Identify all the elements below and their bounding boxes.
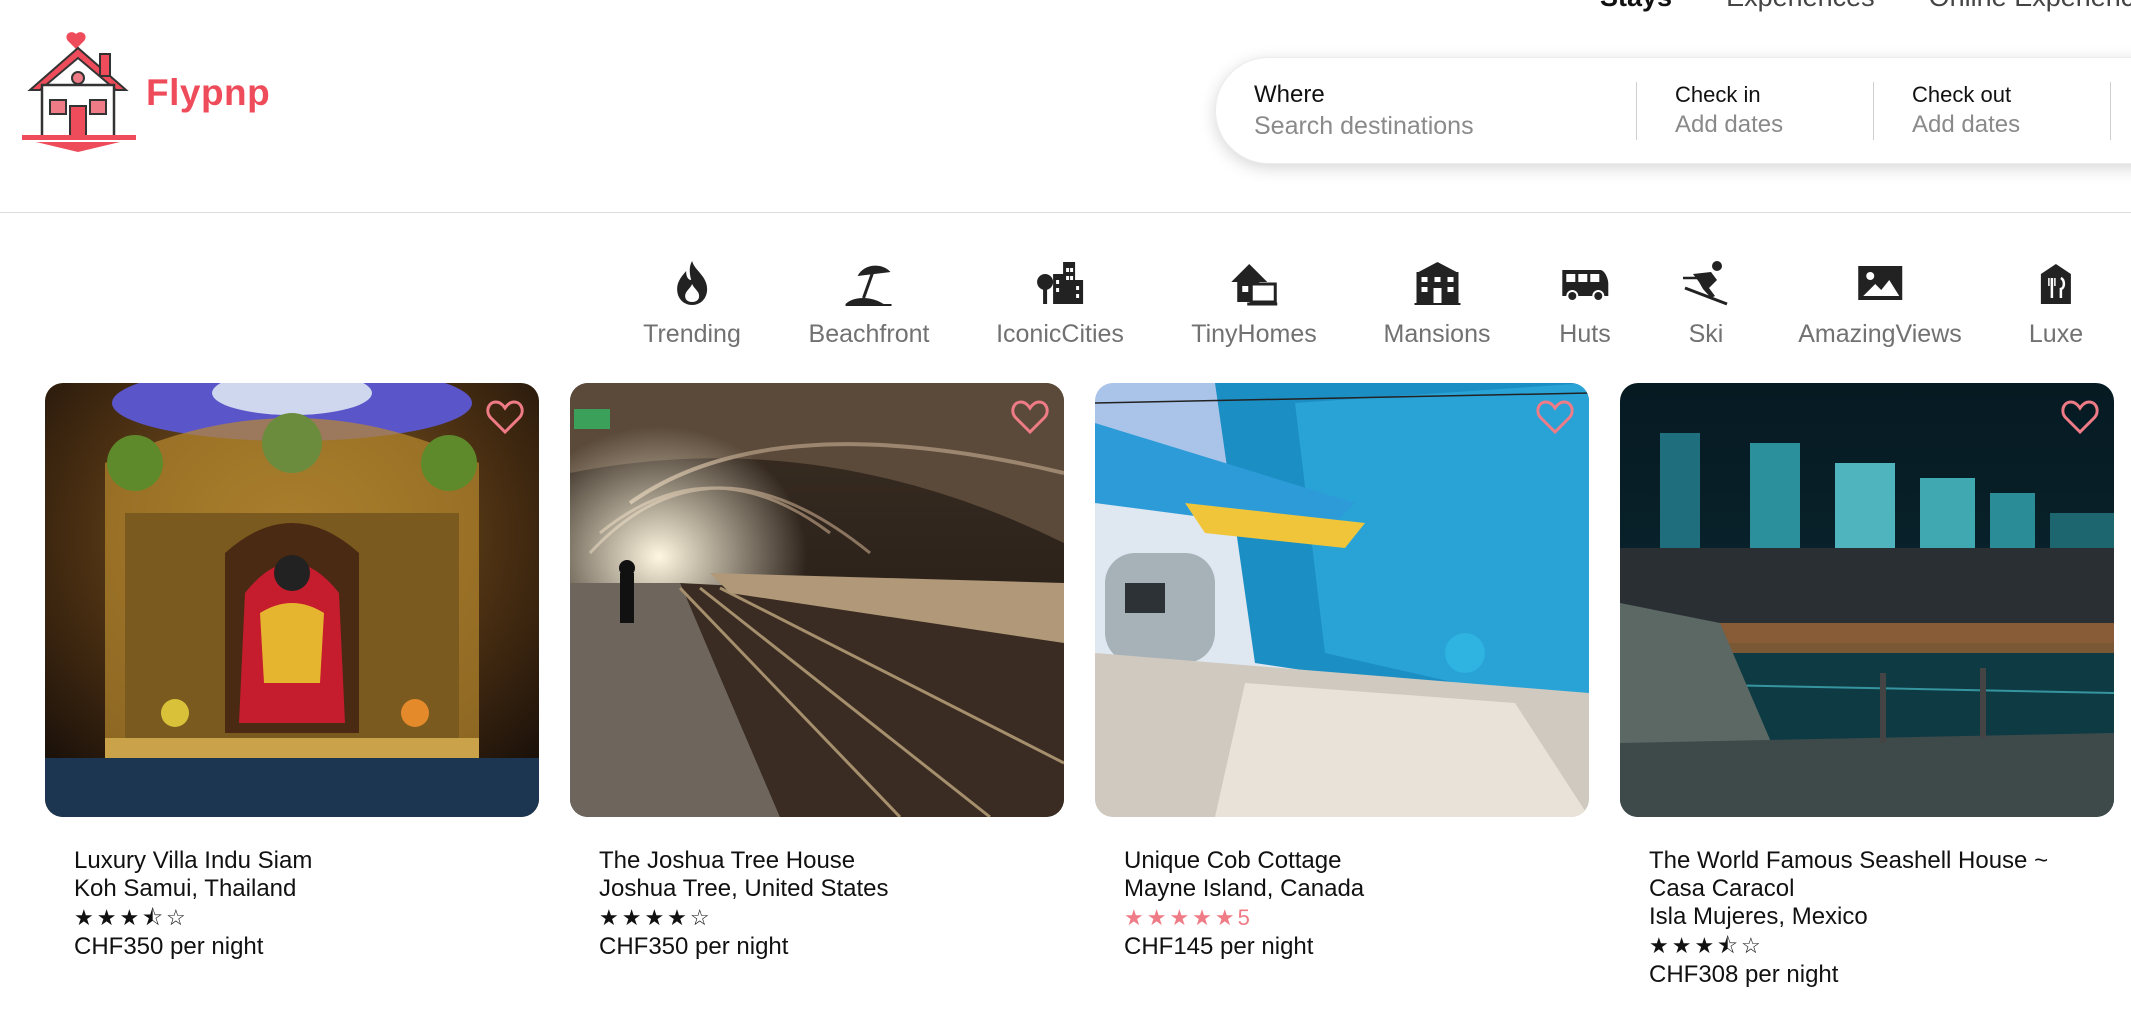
heart-icon[interactable]	[485, 397, 525, 437]
category-label: AmazingViews	[1798, 320, 1962, 348]
nav-experiences[interactable]: Experiences	[1726, 0, 1875, 13]
check-out-placeholder[interactable]: Add dates	[1912, 111, 2110, 139]
guests-field[interactable]	[2110, 81, 2131, 140]
house-logo-icon[interactable]	[18, 30, 140, 152]
where-field[interactable]: Where Search destinations	[1216, 58, 1636, 163]
nav-stays[interactable]: Stays	[1600, 0, 1672, 13]
blue-alley-photo	[1095, 383, 1589, 817]
category-iconic-cities[interactable]: IconicCities	[996, 258, 1124, 349]
listing-price: CHF308 per night	[1649, 961, 1839, 988]
train-station-photo	[570, 383, 1064, 817]
check-in-label: Check in	[1675, 82, 1761, 107]
check-in-placeholder[interactable]: Add dates	[1675, 111, 1873, 139]
category-tiny-homes[interactable]: TinyHomes	[1191, 258, 1317, 349]
picture-icon	[1857, 266, 1902, 300]
category-label: Trending	[643, 320, 741, 348]
where-placeholder[interactable]: Search destinations	[1254, 112, 1636, 141]
listing-card[interactable]: Unique Cob Cottage Mayne Island, Canada …	[1095, 383, 1589, 961]
tiny-home-icon	[1231, 264, 1277, 306]
category-label: Luxe	[2028, 320, 2084, 348]
search-bar: Where Search destinations Check in Add d…	[1215, 57, 2131, 164]
temple-photo	[45, 383, 539, 817]
city-icon	[1036, 262, 1083, 304]
category-bar: Trending Beachfront IconicCities TinyHom…	[0, 258, 2131, 358]
category-beachfront[interactable]: Beachfront	[808, 258, 930, 349]
listing-photo[interactable]	[570, 383, 1064, 817]
category-mansions[interactable]: Mansions	[1384, 258, 1491, 349]
listing-title[interactable]: The Joshua Tree House	[599, 847, 1064, 875]
mansion-icon	[1414, 262, 1460, 305]
rating-stars: ★★★★☆	[599, 905, 713, 930]
top-navigation: Stays Experiences Online Experiences	[1600, 0, 2131, 13]
luxe-icon	[2041, 264, 2071, 304]
rating-stars: ★★★★★5	[1124, 903, 1589, 932]
check-out-label: Check out	[1912, 82, 2012, 107]
listing-price: CHF145 per night	[1124, 933, 1314, 960]
category-label: TinyHomes	[1191, 320, 1317, 348]
rating-stars-glyphs: ★★★★★	[1124, 905, 1238, 930]
listing-price: CHF350 per night	[599, 933, 789, 960]
listing-card[interactable]: The Joshua Tree House Joshua Tree, Unite…	[570, 383, 1064, 961]
listing-photo[interactable]	[1620, 383, 2114, 817]
check-out-field[interactable]: Check out Add dates	[1873, 81, 2110, 140]
heart-icon[interactable]	[2060, 397, 2100, 437]
listing-info: Luxury Villa Indu Siam Koh Samui, Thaila…	[45, 817, 539, 961]
flame-icon	[677, 261, 707, 305]
category-label: Mansions	[1383, 320, 1491, 348]
rating-stars: ★★★⯪☆	[74, 905, 189, 930]
skier-icon	[1683, 261, 1728, 306]
listing-location: Joshua Tree, United States	[599, 875, 889, 902]
beach-umbrella-icon	[845, 265, 892, 306]
listing-info: Unique Cob Cottage Mayne Island, Canada …	[1095, 817, 1589, 961]
listing-title[interactable]: Luxury Villa Indu Siam	[74, 847, 539, 875]
category-huts[interactable]: Huts	[1559, 258, 1611, 349]
night-city-photo	[1620, 383, 2114, 817]
listing-photo[interactable]	[45, 383, 539, 817]
category-label: Huts	[1559, 320, 1611, 348]
listing-title[interactable]: Unique Cob Cottage	[1124, 847, 1589, 875]
rating-number: 5	[1237, 905, 1250, 930]
category-label: Beachfront	[808, 320, 930, 348]
listing-location: Koh Samui, Thailand	[74, 875, 297, 902]
listing-title[interactable]: The World Famous Seashell House ~	[1649, 847, 2114, 875]
category-ski[interactable]: Ski	[1681, 258, 1731, 349]
listing-info: The World Famous Seashell House ~ Casa C…	[1620, 817, 2114, 989]
nav-online-experiences[interactable]: Online Experiences	[1929, 0, 2131, 13]
category-label: IconicCities	[996, 320, 1124, 348]
rating-stars: ★★★⯪☆	[1649, 933, 1764, 958]
listing-price: CHF350 per night	[74, 933, 264, 960]
listing-photo[interactable]	[1095, 383, 1589, 817]
header: Flypnp Stays Experiences Online Experien…	[0, 0, 2131, 213]
category-luxe[interactable]: Luxe	[2029, 258, 2083, 349]
category-label: Ski	[1688, 320, 1724, 348]
category-trending[interactable]: Trending	[643, 258, 741, 349]
listing-card[interactable]: The World Famous Seashell House ~ Casa C…	[1620, 383, 2114, 989]
listing-info: The Joshua Tree House Joshua Tree, Unite…	[570, 817, 1064, 961]
where-label: Where	[1254, 80, 1325, 108]
listing-card[interactable]: Luxury Villa Indu Siam Koh Samui, Thaila…	[45, 383, 539, 961]
listing-title-line2[interactable]: Casa Caracol	[1649, 875, 2114, 903]
heart-icon[interactable]	[1010, 397, 1050, 437]
heart-icon[interactable]	[1535, 397, 1575, 437]
brand-name[interactable]: Flypnp	[146, 72, 270, 114]
check-in-field[interactable]: Check in Add dates	[1636, 81, 1873, 140]
category-amazing-views[interactable]: AmazingViews	[1798, 258, 1962, 349]
van-icon	[1562, 270, 1608, 302]
listing-location: Mayne Island, Canada	[1124, 875, 1365, 902]
listing-location: Isla Mujeres, Mexico	[1649, 903, 1868, 930]
